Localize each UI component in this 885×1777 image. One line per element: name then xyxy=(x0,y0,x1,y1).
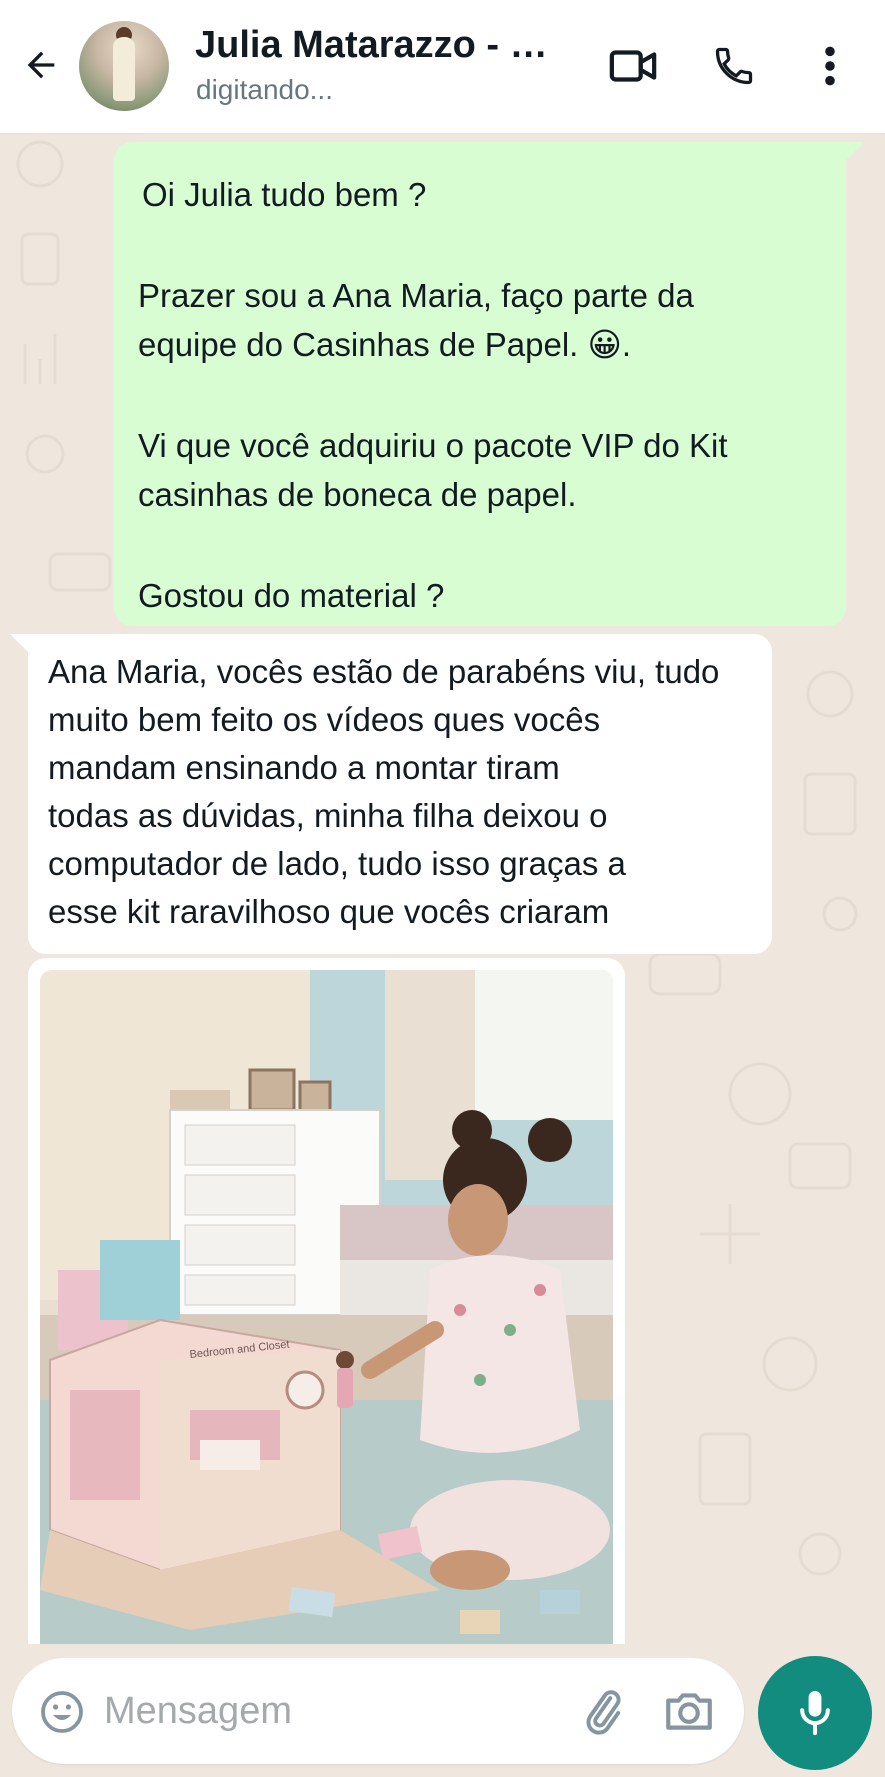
incoming-image-message[interactable]: Bedroom and Closet xyxy=(28,958,625,1644)
camera-icon xyxy=(666,1693,712,1730)
contact-name[interactable]: Julia Matarazzo - … xyxy=(195,24,565,67)
message-line: esse kit raravilhoso que vocês criaram xyxy=(48,893,610,930)
outgoing-message-bubble[interactable]: Oi Julia tudo bem ? Prazer sou a Ana Mar… xyxy=(114,142,864,626)
paperclip-icon xyxy=(586,1690,621,1735)
chat-area[interactable]: Oi Julia tudo bem ? Prazer sou a Ana Mar… xyxy=(0,134,885,1644)
message-input[interactable] xyxy=(104,1684,484,1738)
message-line: casinhas de boneca de papel. xyxy=(138,476,577,513)
message-line: Prazer sou a Ana Maria, faço parte da xyxy=(138,277,694,314)
message-line: muito bem feito os vídeos ques vocês xyxy=(48,701,601,738)
video-call-button[interactable] xyxy=(605,40,661,92)
message-line: equipe do Casinhas de Papel. 😀. xyxy=(138,326,632,363)
message-line: todas as dúvidas, minha filha deixou o xyxy=(48,797,608,834)
message-composer xyxy=(12,1658,744,1764)
photo-illustration: Bedroom and Closet xyxy=(40,970,613,1644)
contact-status: digitando... xyxy=(196,74,333,105)
more-vertical-icon xyxy=(825,46,835,86)
message-line: computador de lado, tudo isso graças a xyxy=(48,845,626,882)
phone-icon xyxy=(715,47,753,85)
camera-button[interactable] xyxy=(662,1686,716,1736)
emoji-button[interactable] xyxy=(38,1688,86,1736)
voice-message-button[interactable] xyxy=(758,1656,872,1770)
microphone-icon xyxy=(800,1691,830,1736)
attach-button[interactable] xyxy=(578,1686,628,1736)
chat-header: Julia Matarazzo - … digitando... xyxy=(0,0,885,134)
message-line: Oi Julia tudo bem ? xyxy=(142,176,427,213)
more-options-button[interactable] xyxy=(802,40,858,92)
voice-call-button[interactable] xyxy=(706,40,762,92)
video-camera-icon xyxy=(609,50,657,82)
contact-avatar[interactable] xyxy=(79,21,169,111)
message-line: Ana Maria, vocês estão de parabéns viu, … xyxy=(48,653,720,690)
incoming-message-bubble[interactable]: Ana Maria, vocês estão de parabéns viu, … xyxy=(10,634,772,954)
back-button[interactable] xyxy=(18,42,64,88)
arrow-left-icon xyxy=(27,51,55,79)
shared-photo[interactable]: Bedroom and Closet xyxy=(40,970,613,1644)
message-line: Gostou do material ? xyxy=(138,577,445,614)
message-line: Vi que você adquiriu o pacote VIP do Kit xyxy=(138,427,728,464)
smiley-icon xyxy=(41,1691,83,1733)
message-line: mandam ensinando a montar tiram xyxy=(48,749,560,786)
